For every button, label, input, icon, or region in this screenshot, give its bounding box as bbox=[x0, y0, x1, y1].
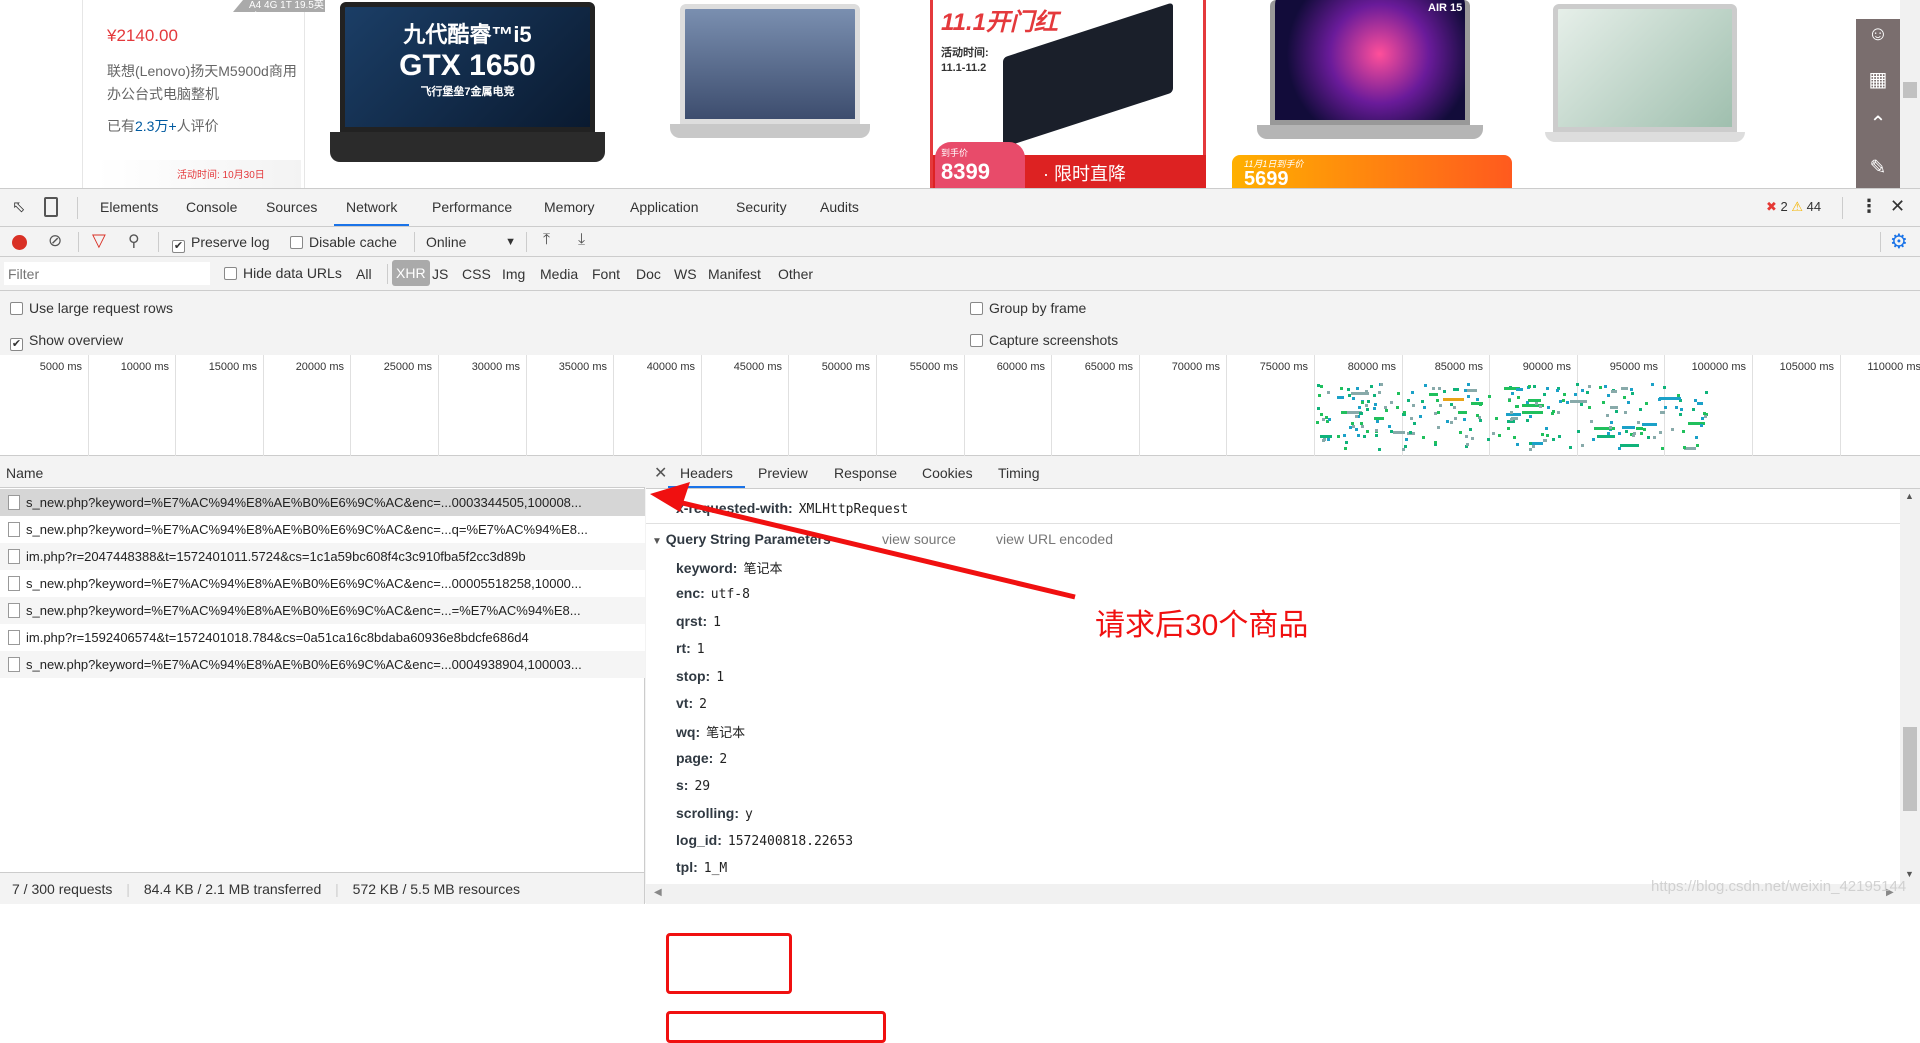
highlight-box-page bbox=[666, 933, 792, 994]
highlight-box-log-id bbox=[666, 1011, 886, 1043]
arrow-shaft bbox=[669, 497, 1076, 600]
arrow-head bbox=[650, 482, 690, 512]
annotation-arrow bbox=[650, 482, 1076, 600]
annotation-text: 请求后30个商品 bbox=[1095, 609, 1309, 642]
